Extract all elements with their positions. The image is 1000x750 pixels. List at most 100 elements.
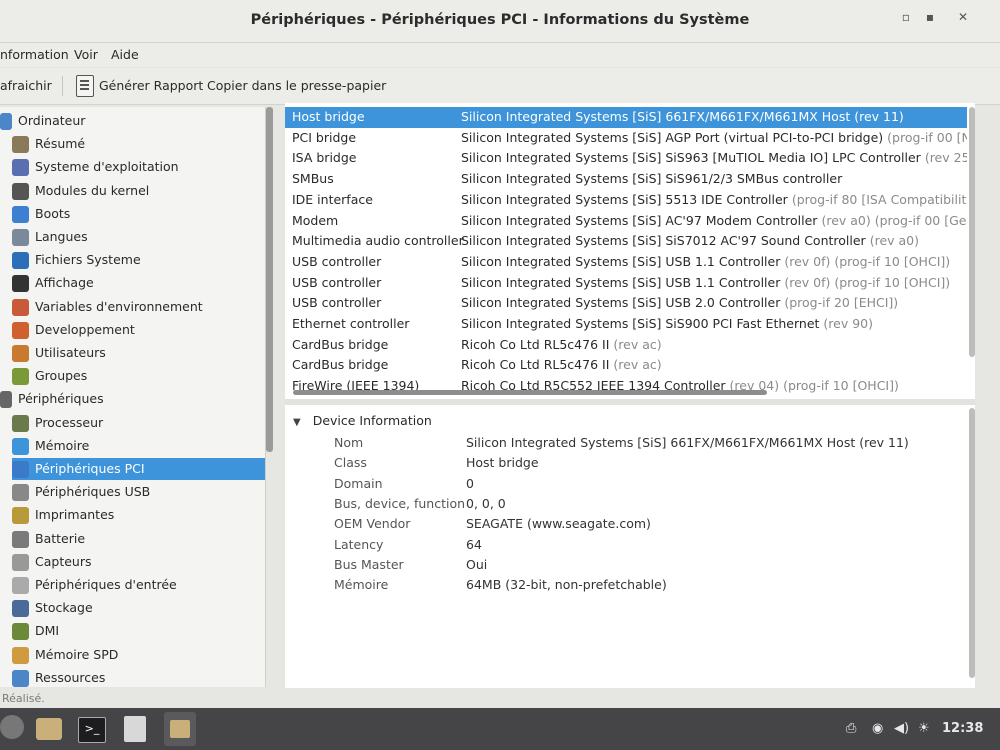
pci-device-extra: (rev ac) xyxy=(613,357,662,373)
sidebar-item-batterie[interactable]: Batterie xyxy=(12,528,265,550)
pci-device-row[interactable]: PCI bridge Silicon Integrated Systems [Si… xyxy=(285,128,967,149)
sidebar-item-label: Systeme d'exploitation xyxy=(35,159,179,175)
copy-clipboard-button[interactable]: Copier dans le presse-papier xyxy=(207,78,386,93)
maximize-button[interactable]: ▪ xyxy=(920,10,940,28)
brightness-icon[interactable]: ☀ xyxy=(918,721,930,736)
pci-device-row[interactable]: IDE interface Silicon Integrated Systems … xyxy=(285,190,967,211)
pci-device-row[interactable]: USB controller Silicon Integrated Systems… xyxy=(285,293,967,314)
pci-device-description: Silicon Integrated Systems [SiS] SiS900 … xyxy=(461,314,873,335)
sidebar-item-variables-d-environnement[interactable]: Variables d'environnement xyxy=(12,296,265,318)
dmi-icon xyxy=(12,623,29,641)
pci-device-row[interactable]: CardBus bridge Ricoh Co Ltd RL5c476 II (re… xyxy=(285,355,967,376)
sidebar-item-memoire[interactable]: Mémoire xyxy=(12,435,265,457)
clock[interactable]: 12:38 xyxy=(942,721,983,736)
sysinfo-task-button[interactable] xyxy=(164,712,196,746)
sidebar-item-label: DMI xyxy=(35,623,60,639)
systeme-d-exploitation-icon xyxy=(12,159,29,177)
pane-divider[interactable] xyxy=(285,399,975,405)
pci-device-name: Silicon Integrated Systems [SiS] SiS7012… xyxy=(461,233,866,249)
expander-down-icon[interactable]: ▼ xyxy=(293,417,301,428)
pci-device-name: Silicon Integrated Systems [SiS] USB 1.1… xyxy=(461,253,781,269)
device-info-row: Domain 0 xyxy=(334,474,954,494)
device-info-key: Bus Master xyxy=(334,556,404,572)
sidebar-scrollbar[interactable] xyxy=(266,107,273,452)
sidebar-item-stockage[interactable]: Stockage xyxy=(12,597,265,619)
volume-icon[interactable]: ◀) xyxy=(894,721,909,736)
pci-device-row[interactable]: SMBus Silicon Integrated Systems [SiS] Si… xyxy=(285,169,967,190)
printer-icon[interactable]: ⎙ xyxy=(846,721,856,736)
pci-device-description: Silicon Integrated Systems [SiS] AC'97 M… xyxy=(461,211,967,232)
pci-device-row[interactable]: CardBus bridge Ricoh Co Ltd RL5c476 II (re… xyxy=(285,335,967,356)
pci-device-row[interactable]: ISA bridge Silicon Integrated Systems [Si… xyxy=(285,148,967,169)
start-menu-icon[interactable] xyxy=(0,715,24,739)
refresh-button[interactable]: afraichir xyxy=(0,78,52,93)
sidebar-item-capteurs[interactable]: Capteurs xyxy=(12,551,265,573)
taskbar: >_ ⎙ ◉ ◀) ☀ 12:38 xyxy=(0,708,1000,750)
sidebar-item-peripheriques-usb[interactable]: Périphériques USB xyxy=(12,481,265,503)
sidebar-item-systeme-d-exploitation[interactable]: Systeme d'exploitation xyxy=(12,156,265,178)
pci-device-type: USB controller xyxy=(292,274,382,290)
terminal-icon[interactable]: >_ xyxy=(78,717,106,743)
sidebar-item-memoire-spd[interactable]: Mémoire SPD xyxy=(12,644,265,666)
wifi-icon[interactable]: ◉ xyxy=(872,721,883,736)
sidebar-item-groupes[interactable]: Groupes xyxy=(12,365,265,387)
sidebar-item-label: Affichage xyxy=(35,275,94,291)
variables-d-environnement-icon xyxy=(12,298,29,316)
toolbar: afraichir Générer Rapport Copier dans le… xyxy=(0,68,1000,105)
sidebar-item-modules-du-kernel[interactable]: Modules du kernel xyxy=(12,180,265,202)
device-info-header[interactable]: ▼ Device Information xyxy=(293,413,432,428)
sidebar-item-label: Langues xyxy=(35,229,88,244)
peripheriques-usb-icon xyxy=(12,484,29,502)
menu-information[interactable]: nformation xyxy=(0,47,69,62)
sidebar-item-label: Processeur xyxy=(35,414,104,430)
sidebar-item-fichiers-systeme[interactable]: Fichiers Systeme xyxy=(12,249,265,271)
pci-device-description: Silicon Integrated Systems [SiS] 661FX/M… xyxy=(461,107,908,128)
pci-device-description: Silicon Integrated Systems [SiS] SiS963 … xyxy=(461,148,967,169)
pci-device-name: Silicon Integrated Systems [SiS] SiS963 … xyxy=(461,150,921,166)
sidebar-item-developpement[interactable]: Developpement xyxy=(12,319,265,341)
device-info-value: 64MB (32-bit, non-prefetchable) xyxy=(466,577,667,593)
pci-device-extra: (rev 90) xyxy=(823,316,873,331)
close-button[interactable]: ✕ xyxy=(953,10,973,28)
sidebar-item-utilisateurs[interactable]: Utilisateurs xyxy=(12,342,265,364)
sidebar-item-dmi[interactable]: DMI xyxy=(12,620,265,642)
device-info-row: Latency 64 xyxy=(334,535,954,555)
sidebar-item-processeur[interactable]: Processeur xyxy=(12,412,265,434)
sidebar-item-resume[interactable]: Résumé xyxy=(12,133,265,155)
device-info-key: Nom xyxy=(334,435,364,450)
text-editor-icon[interactable] xyxy=(124,716,146,742)
sidebar-item-ressources[interactable]: Ressources xyxy=(12,667,265,689)
pci-device-row[interactable]: Multimedia audio controller Silicon Integ… xyxy=(285,231,967,252)
pci-device-row[interactable]: USB controller Silicon Integrated Systems… xyxy=(285,273,967,294)
sidebar-item-peripheriques-pci[interactable]: Périphériques PCI xyxy=(12,458,265,480)
sidebar-item-peripheriques-d-entree[interactable]: Périphériques d'entrée xyxy=(12,574,265,596)
ressources-icon xyxy=(12,669,29,687)
pci-device-row[interactable]: USB controller Silicon Integrated Systems… xyxy=(285,252,967,273)
menu-voir[interactable]: Voir xyxy=(74,47,98,62)
pci-device-row[interactable]: Ethernet controller Silicon Integrated Sy… xyxy=(285,314,967,335)
file-manager-icon[interactable] xyxy=(36,718,62,740)
generate-report-button[interactable]: Générer Rapport xyxy=(99,78,203,93)
list-vertical-scrollbar[interactable] xyxy=(969,107,975,357)
sidebar-item-label: Périphériques PCI xyxy=(35,461,145,476)
sidebar-item-affichage[interactable]: Affichage xyxy=(12,272,265,294)
pci-device-row[interactable]: Modem Silicon Integrated Systems [SiS] AC… xyxy=(285,211,967,232)
sidebar-item-boots[interactable]: Boots xyxy=(12,203,265,225)
list-horizontal-scrollbar[interactable] xyxy=(293,390,767,395)
affichage-icon xyxy=(12,275,29,293)
pci-device-type: CardBus bridge xyxy=(292,357,389,373)
sidebar-category-peripheriques[interactable]: Périphériques xyxy=(0,388,265,410)
sidebar-category-peripheriques-icon xyxy=(0,391,12,409)
details-vertical-scrollbar[interactable] xyxy=(969,408,975,678)
content-pane: Host bridge Silicon Integrated Systems [S… xyxy=(285,103,975,688)
sidebar-item-imprimantes[interactable]: Imprimantes xyxy=(12,504,265,526)
sidebar-category-ordinateur[interactable]: Ordinateur xyxy=(0,110,265,132)
menu-aide[interactable]: Aide xyxy=(111,47,139,62)
pci-device-row[interactable]: Host bridge Silicon Integrated Systems [S… xyxy=(285,107,967,128)
pci-device-type: PCI bridge xyxy=(292,129,357,145)
minimize-button[interactable]: ▫ xyxy=(896,10,916,28)
device-info-key: Class xyxy=(334,455,367,471)
sidebar-item-langues[interactable]: Langues xyxy=(12,226,265,248)
device-info-key: Domain xyxy=(334,475,383,491)
pci-device-extra: (prog-if 20 [EHCI]) xyxy=(784,295,899,311)
